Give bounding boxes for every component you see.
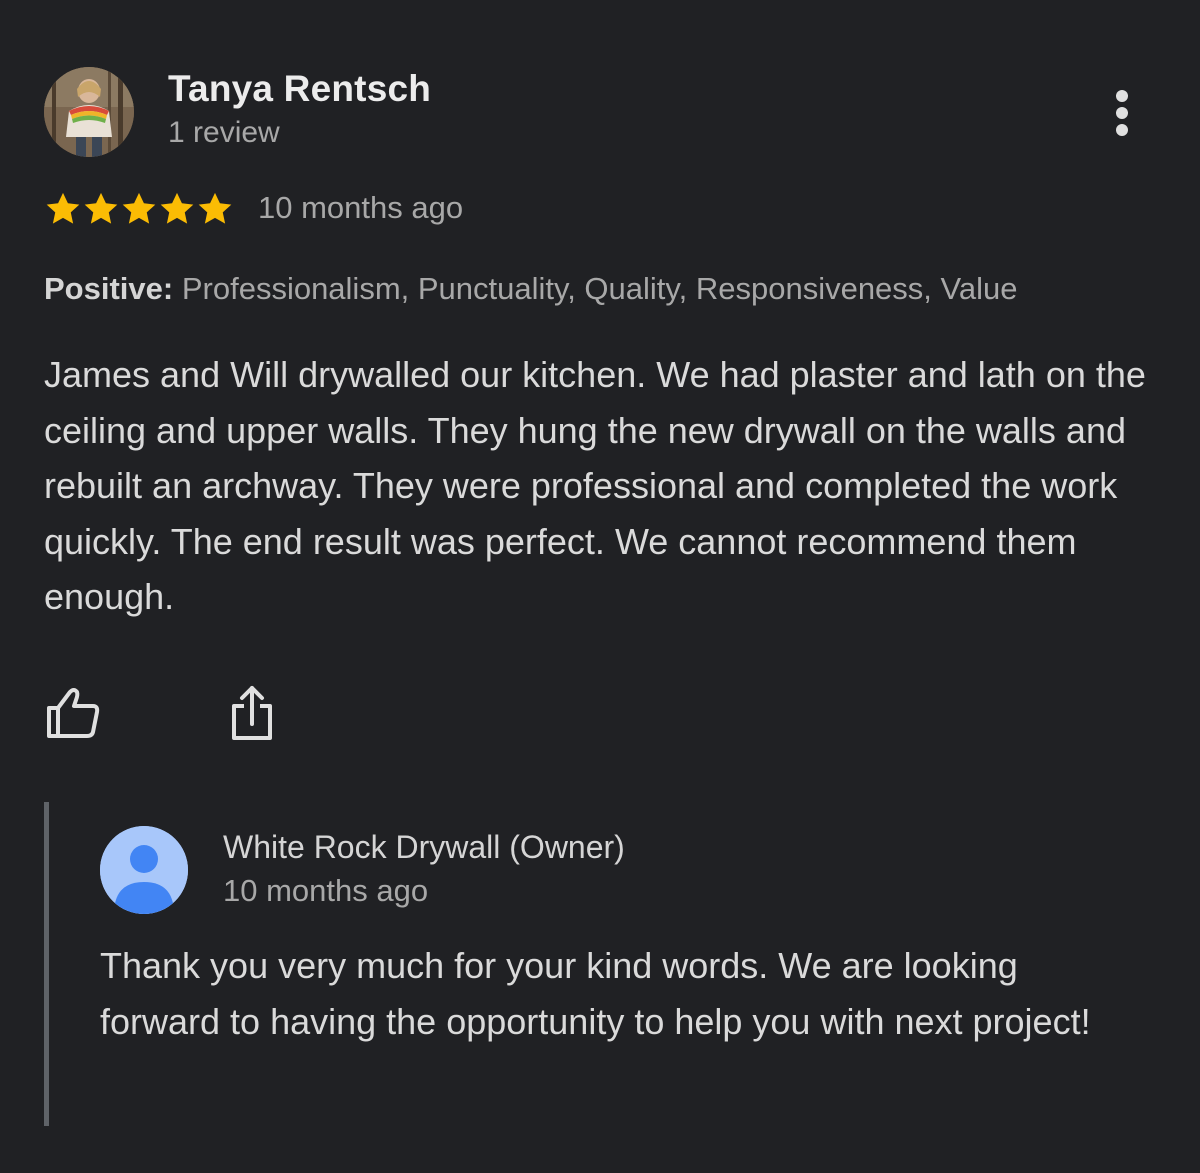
positive-items: Professionalism, Punctuality, Quality, R… [181,271,1018,306]
more-vert-icon-dot [1116,124,1128,136]
star-rating [44,190,234,230]
owner-reply-time: 10 months ago [223,873,429,908]
owner-avatar[interactable] [100,826,188,914]
share-icon [232,686,272,740]
like-button[interactable] [44,684,104,740]
thumbs-up-icon [47,688,100,738]
owner-reply-text: Thank you very much for your kind words.… [100,945,1091,1042]
reviewer-photo [44,67,134,157]
more-vert-icon-dot [1116,107,1128,119]
reviewer-avatar[interactable] [44,67,134,157]
star-icon [160,192,194,224]
review-text: James and Will drywalled our kitchen. We… [44,354,1146,617]
more-options-button[interactable] [1100,85,1144,141]
star-icon [46,192,80,224]
owner-reply: White Rock Drywall (Owner) 10 months ago… [44,802,1159,1126]
star-icon [198,192,232,224]
positive-attributes: Positive: Professionalism, Punctuality, … [44,271,1018,307]
review-time: 10 months ago [258,190,464,225]
person-icon [100,826,188,914]
star-icon [84,192,118,224]
more-vert-icon-dot [1116,90,1128,102]
reviewer-review-count: 1 review [168,116,280,149]
reviewer-name[interactable]: Tanya Rentsch [168,68,431,110]
owner-name: White Rock Drywall (Owner) [223,829,625,865]
review-card: Tanya Rentsch 1 review 10 months ago Pos… [0,0,1200,1173]
positive-label: Positive: [44,271,174,306]
star-icon [122,192,156,224]
share-button[interactable] [224,684,280,744]
